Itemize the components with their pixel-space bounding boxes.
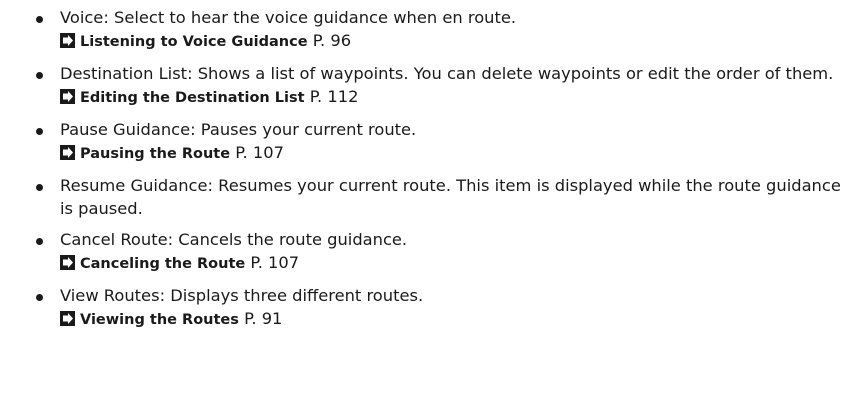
arrow-reference-icon: [60, 33, 75, 48]
item-term: Voice: [60, 8, 104, 27]
reference-title[interactable]: Pausing the Route: [80, 146, 230, 162]
bullet-icon: [36, 294, 43, 301]
cross-reference[interactable]: Pausing the Route P. 107: [60, 141, 856, 166]
reference-title[interactable]: Listening to Voice Guidance: [80, 34, 308, 50]
list-item-view-routes: View Routes: Displays three different ro…: [36, 284, 856, 332]
item-description: : Displays three different routes.: [159, 286, 424, 305]
item-description: : Pauses your current route.: [190, 120, 417, 139]
bullet-icon: [36, 16, 43, 23]
item-term: Pause Guidance: [60, 120, 191, 139]
reference-page[interactable]: P. 91: [244, 309, 282, 328]
list-item-destination-list: Destination List: Shows a list of waypoi…: [36, 62, 856, 110]
reference-title[interactable]: Editing the Destination List: [80, 90, 305, 106]
arrow-reference-icon: [60, 145, 75, 160]
list-item-pause-guidance: Pause Guidance: Pauses your current rout…: [36, 118, 856, 166]
item-term: Cancel Route: [60, 230, 168, 249]
list-item-voice: Voice: Select to hear the voice guidance…: [36, 6, 856, 54]
item-term: View Routes: [60, 286, 160, 305]
cross-reference[interactable]: Listening to Voice Guidance P. 96: [60, 29, 856, 54]
list-item-resume-guidance: Resume Guidance: Resumes your current ro…: [36, 174, 856, 220]
reference-page[interactable]: P. 112: [310, 87, 359, 106]
item-term: Destination List: [60, 64, 188, 83]
cross-reference[interactable]: Editing the Destination List P. 112: [60, 85, 856, 110]
item-description: : Select to hear the voice guidance when…: [103, 8, 517, 27]
reference-page[interactable]: P. 107: [235, 143, 284, 162]
arrow-reference-icon: [60, 255, 75, 270]
bullet-icon: [36, 184, 43, 191]
cross-reference[interactable]: Canceling the Route P. 107: [60, 251, 856, 276]
bullet-icon: [36, 128, 43, 135]
bullet-icon: [36, 72, 43, 79]
list-item-cancel-route: Cancel Route: Cancels the route guidance…: [36, 228, 856, 276]
bullet-icon: [36, 238, 43, 245]
reference-title[interactable]: Viewing the Routes: [80, 312, 239, 328]
item-description: : Cancels the route guidance.: [167, 230, 408, 249]
reference-page[interactable]: P. 96: [313, 31, 351, 50]
cross-reference[interactable]: Viewing the Routes P. 91: [60, 307, 856, 332]
menu-items-list: Voice: Select to hear the voice guidance…: [36, 6, 856, 340]
item-term: Resume Guidance: [60, 176, 208, 195]
arrow-reference-icon: [60, 311, 75, 326]
reference-page[interactable]: P. 107: [250, 253, 299, 272]
item-description: : Shows a list of waypoints. You can del…: [187, 64, 834, 83]
arrow-reference-icon: [60, 89, 75, 104]
reference-title[interactable]: Canceling the Route: [80, 256, 245, 272]
